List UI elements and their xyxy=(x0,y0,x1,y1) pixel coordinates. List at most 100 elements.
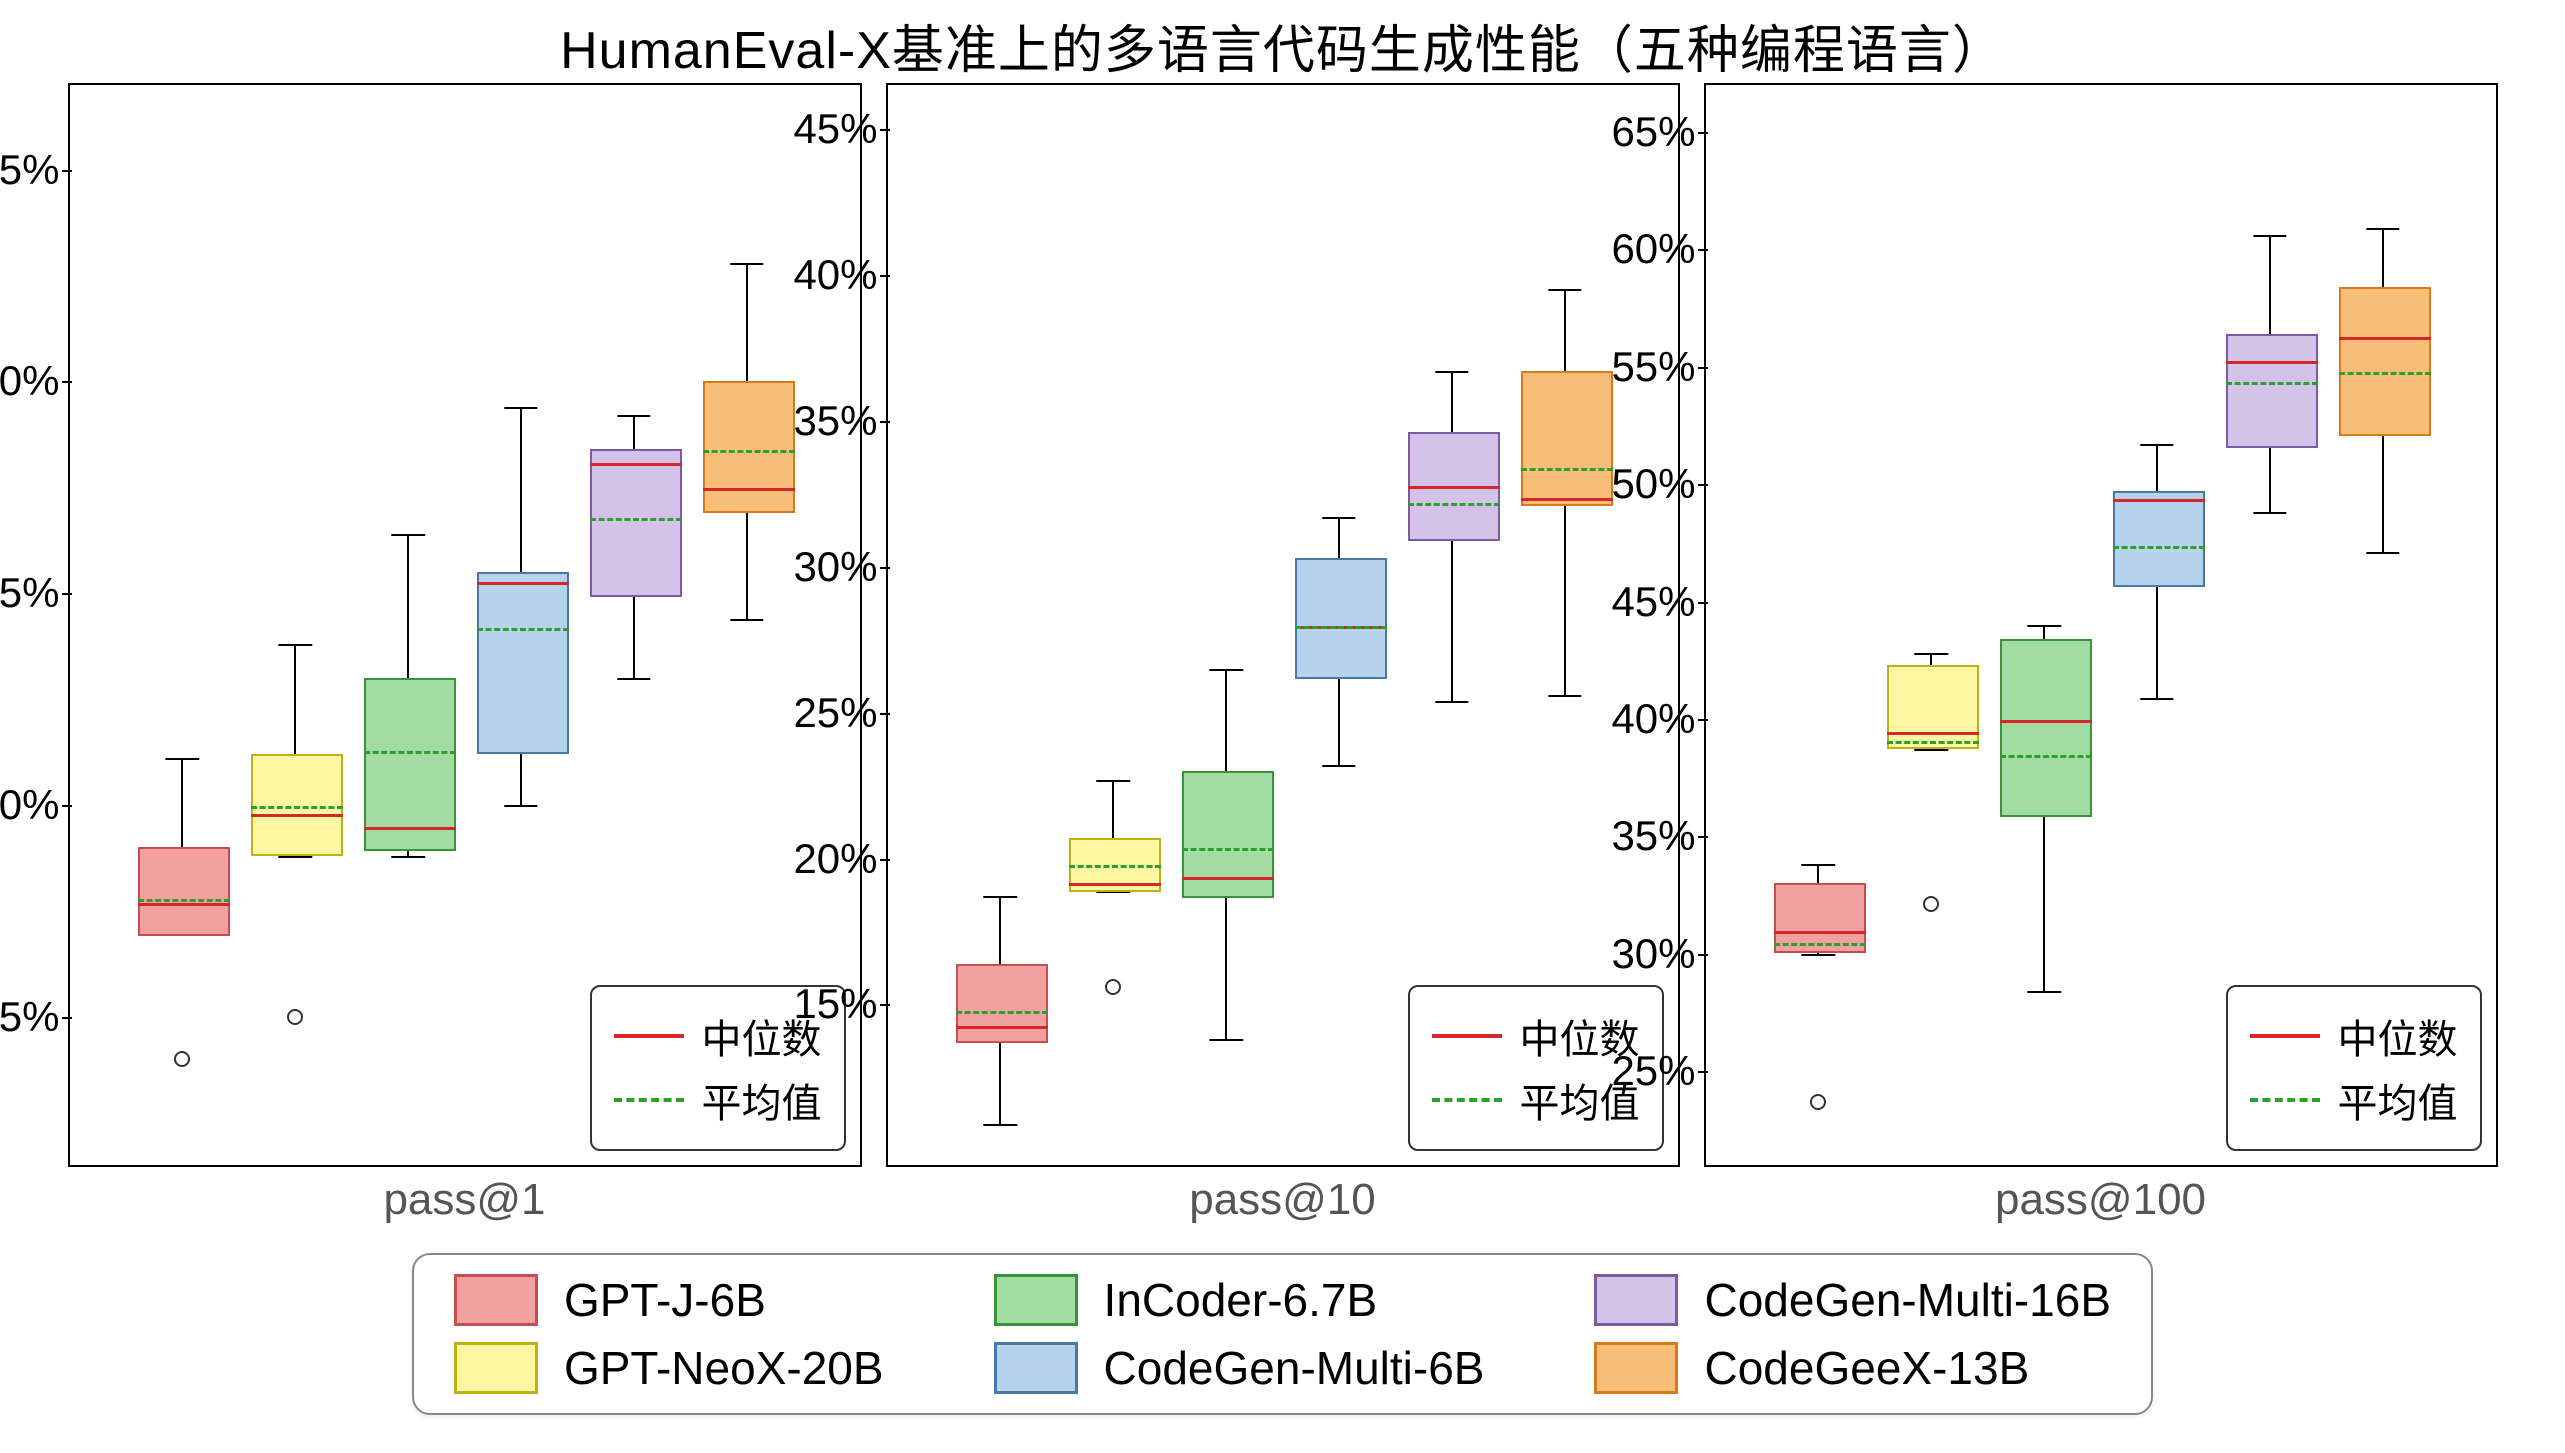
whisker-lower xyxy=(2043,813,2045,991)
whisker-upper xyxy=(1451,371,1453,432)
x-axis-label: pass@1 xyxy=(70,1175,860,1225)
y-tick: 35% xyxy=(778,397,878,445)
y-tick: 50% xyxy=(1596,460,1696,508)
box-cg6b xyxy=(2113,491,2205,587)
whisker-lower xyxy=(2269,444,2271,512)
outlier-point xyxy=(1105,979,1121,995)
mean-line xyxy=(2339,372,2431,375)
outlier-point xyxy=(1810,1094,1826,1110)
y-tick: 65% xyxy=(1596,108,1696,156)
mean-line xyxy=(1774,943,1866,946)
whisker-cap xyxy=(1322,517,1355,519)
legend-swatch xyxy=(1594,1274,1678,1326)
mean-line xyxy=(1069,865,1161,868)
whisker-cap xyxy=(2366,228,2399,230)
whisker-cap xyxy=(730,263,763,265)
whisker-cap xyxy=(1914,653,1947,655)
whisker-upper xyxy=(633,415,635,449)
box-gptneox xyxy=(251,754,343,855)
whisker-upper xyxy=(2382,228,2384,287)
legend-item-gptj: GPT-J-6B xyxy=(454,1273,884,1327)
y-tick: 30% xyxy=(1596,930,1696,978)
mean-line xyxy=(1182,848,1274,851)
legend-label: GPT-J-6B xyxy=(564,1273,766,1327)
y-tick: 10% xyxy=(0,781,60,829)
x-axis-label: pass@100 xyxy=(1706,1175,2496,1225)
whisker-cap xyxy=(2253,235,2286,237)
whisker-lower xyxy=(1338,675,1340,765)
legend-swatch xyxy=(454,1274,538,1326)
whisker-cap xyxy=(984,1124,1017,1126)
legend-item-incoder: InCoder-6.7B xyxy=(994,1273,1485,1327)
mean-line xyxy=(2226,382,2318,385)
legend-item-gptneox: GPT-NeoX-20B xyxy=(454,1341,884,1395)
median-line xyxy=(2113,499,2205,502)
box-cg16b xyxy=(590,449,682,597)
y-tick: 25% xyxy=(778,689,878,737)
y-tick: 40% xyxy=(1596,695,1696,743)
box-cg16b xyxy=(1408,432,1500,541)
box-incoder xyxy=(1182,771,1274,898)
legend-label: GPT-NeoX-20B xyxy=(564,1341,884,1395)
whisker-upper xyxy=(1112,780,1114,838)
legend-label: InCoder-6.7B xyxy=(1104,1273,1378,1327)
median-line xyxy=(364,827,456,830)
chart-title: HumanEval-X基准上的多语言代码生成性能（五种编程语言） xyxy=(560,8,2005,83)
whisker-cap xyxy=(278,644,311,646)
mean-line xyxy=(251,806,343,809)
mean-line xyxy=(1887,741,1979,744)
median-line xyxy=(251,814,343,817)
whisker-lower xyxy=(2156,583,2158,698)
y-tick: 20% xyxy=(778,835,878,883)
mean-line xyxy=(1295,626,1387,629)
median-line xyxy=(477,582,569,585)
legend-item-cg16b: CodeGen-Multi-16B xyxy=(1594,1273,2111,1327)
whisker-lower xyxy=(633,593,635,678)
mean-swatch xyxy=(2250,1098,2320,1102)
median-line xyxy=(956,1026,1048,1029)
y-tick: 60% xyxy=(1596,225,1696,273)
whisker-cap xyxy=(1209,1039,1242,1041)
outlier-point xyxy=(1923,896,1939,912)
whisker-cap xyxy=(617,415,650,417)
whisker-upper xyxy=(2269,235,2271,334)
median-line xyxy=(590,463,682,466)
whisker-cap xyxy=(1802,954,1835,956)
median-swatch xyxy=(1432,1034,1502,1038)
whisker-upper xyxy=(1338,517,1340,558)
whisker-cap xyxy=(1322,765,1355,767)
legend-swatch xyxy=(994,1274,1078,1326)
box-gptneox xyxy=(1887,665,1979,749)
whisker-cap xyxy=(1548,289,1581,291)
whisker-lower xyxy=(1225,894,1227,1040)
whisker-cap xyxy=(2253,512,2286,514)
mean-line xyxy=(703,450,795,453)
mean-line xyxy=(590,518,682,521)
y-tick: 25% xyxy=(1596,1047,1696,1095)
median-line xyxy=(138,903,230,906)
inner-legend: 中位数平均值 xyxy=(2226,985,2482,1151)
legend-swatch xyxy=(994,1342,1078,1394)
panel-pass-100: 25%30%35%40%45%50%55%60%65%pass@100中位数平均… xyxy=(1704,83,2498,1167)
legend-swatch xyxy=(1594,1342,1678,1394)
whisker-upper xyxy=(999,896,1001,963)
whisker-cap xyxy=(391,856,424,858)
box-gptj xyxy=(138,847,230,936)
whisker-cap xyxy=(166,758,199,760)
whisker-upper xyxy=(294,644,296,754)
whisker-upper xyxy=(1564,289,1566,371)
box-incoder xyxy=(2000,639,2092,817)
box-cgeex xyxy=(2339,287,2431,437)
box-incoder xyxy=(364,678,456,851)
whisker-cap xyxy=(2027,991,2060,993)
median-line xyxy=(703,488,795,491)
median-line xyxy=(2000,720,2092,723)
box-cg6b xyxy=(1295,558,1387,679)
y-tick: 30% xyxy=(778,543,878,591)
whisker-cap xyxy=(2027,625,2060,627)
whisker-cap xyxy=(1096,780,1129,782)
legend-median-label: 中位数 xyxy=(2338,1007,2458,1065)
panel-pass-10: 15%20%25%30%35%40%45%pass@10中位数平均值 xyxy=(886,83,1680,1167)
median-line xyxy=(1408,486,1500,489)
whisker-upper xyxy=(520,407,522,572)
